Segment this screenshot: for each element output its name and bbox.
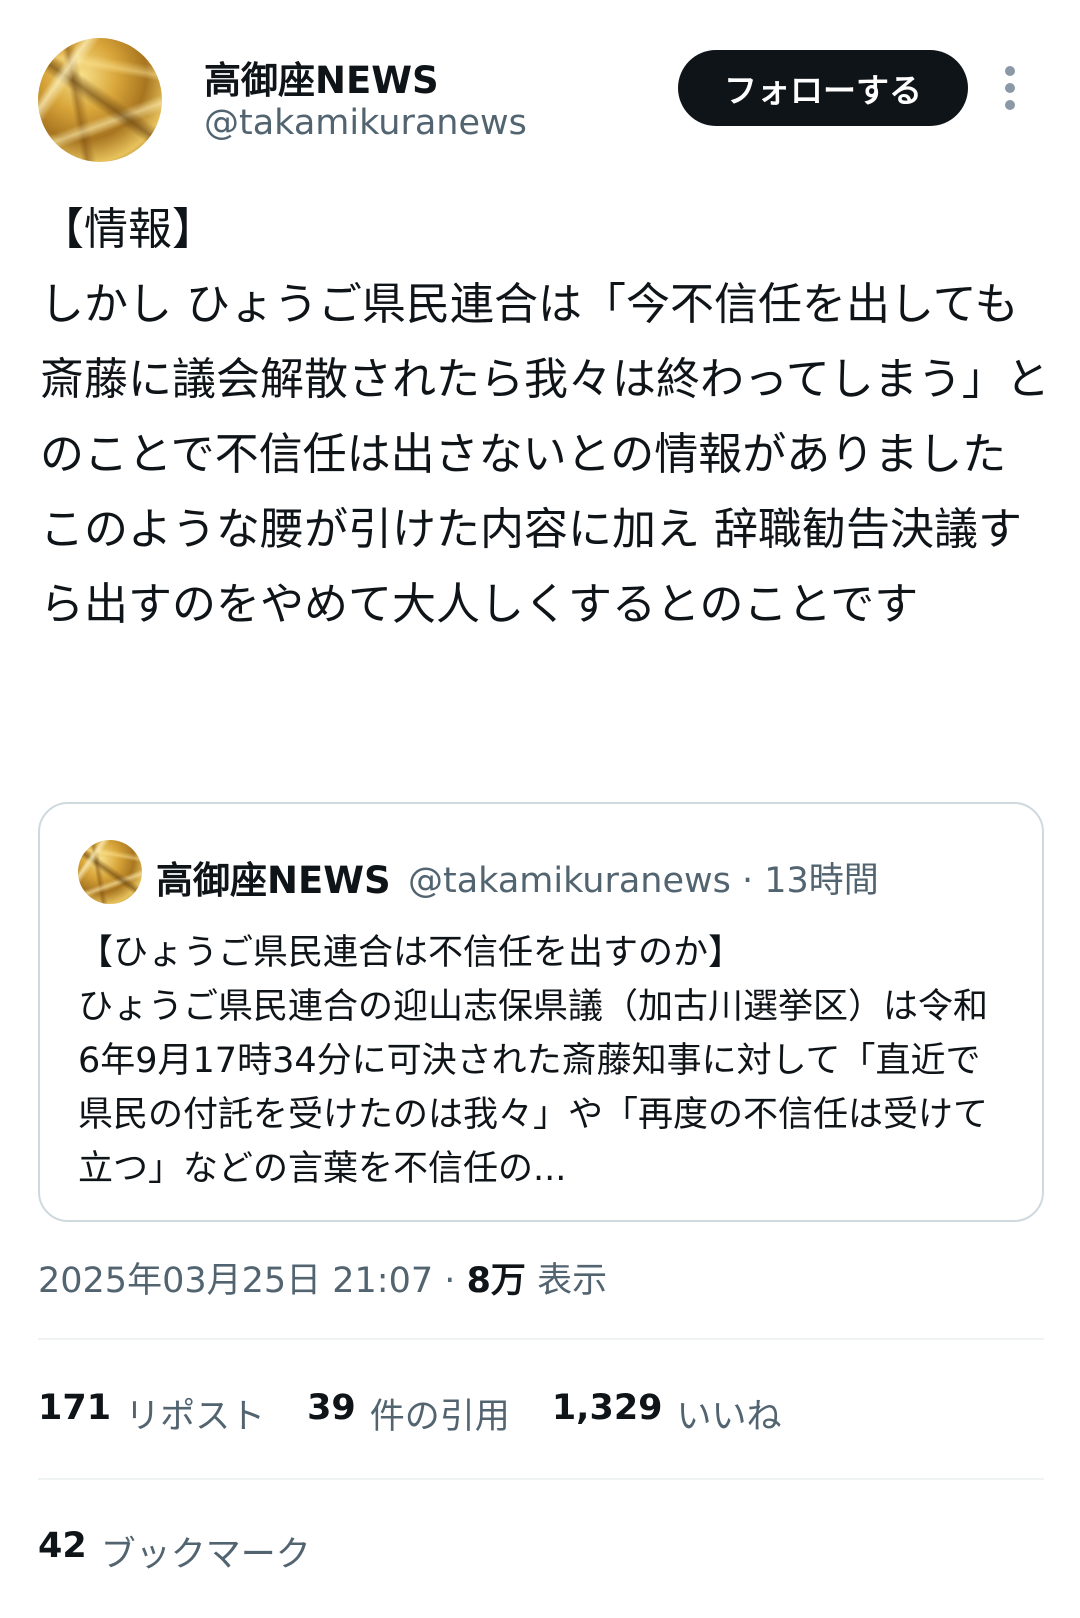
timestamp-row: 2025年03月25日 21:07 · 8万 表示 — [38, 1252, 607, 1303]
likes-count: 1,329 — [551, 1388, 663, 1428]
reposts-label: リポスト — [125, 1397, 266, 1437]
views-label: 表示 — [537, 1261, 608, 1301]
bookmarks-stat[interactable]: 42 ブックマーク — [38, 1526, 311, 1577]
author-avatar[interactable] — [38, 38, 162, 162]
more-options-icon[interactable] — [1002, 66, 1018, 110]
quoted-author-name: 高御座NEWS — [156, 859, 391, 902]
quoted-tweet-text: 【ひょうご県民連合は不信任を出すのか】 ひょうご県民連合の迎山志保県議（加古川選… — [78, 933, 989, 1189]
likes-stat[interactable]: 1,329 いいね — [552, 1388, 782, 1439]
quoted-author-meta: @takamikuranews · 13時間 — [408, 861, 879, 901]
reposts-count: 171 — [38, 1388, 112, 1428]
reposts-stat[interactable]: 171 リポスト — [38, 1388, 265, 1439]
bookmarks-label: ブックマーク — [100, 1535, 311, 1575]
views-count: 8万 — [466, 1261, 526, 1301]
separator-dot: · — [444, 1261, 456, 1301]
engagement-stats: 171 リポスト 39 件の引用 1,329 いいね — [38, 1388, 782, 1439]
divider — [38, 1478, 1044, 1480]
likes-label: いいね — [676, 1397, 782, 1437]
tweet-datetime[interactable]: 2025年03月25日 21:07 — [38, 1261, 433, 1301]
author-display-name[interactable]: 高御座NEWS — [204, 50, 439, 104]
follow-button[interactable]: フォローする — [678, 50, 968, 126]
quotes-count: 39 — [307, 1388, 356, 1428]
quoted-tweet-card[interactable]: 高御座NEWS @takamikuranews · 13時間 【ひょうご県民連合… — [38, 802, 1044, 1222]
author-handle[interactable]: @takamikuranews — [204, 103, 527, 143]
quotes-stat[interactable]: 39 件の引用 — [307, 1388, 510, 1439]
divider — [38, 1338, 1044, 1340]
quoted-author-avatar — [78, 840, 142, 904]
quotes-label: 件の引用 — [369, 1397, 510, 1437]
bookmarks-count: 42 — [38, 1526, 87, 1566]
tweet-text: 【情報】 しかし ひょうご県民連合は「今不信任を出しても斎藤に議会解散されたら我… — [40, 204, 1050, 630]
